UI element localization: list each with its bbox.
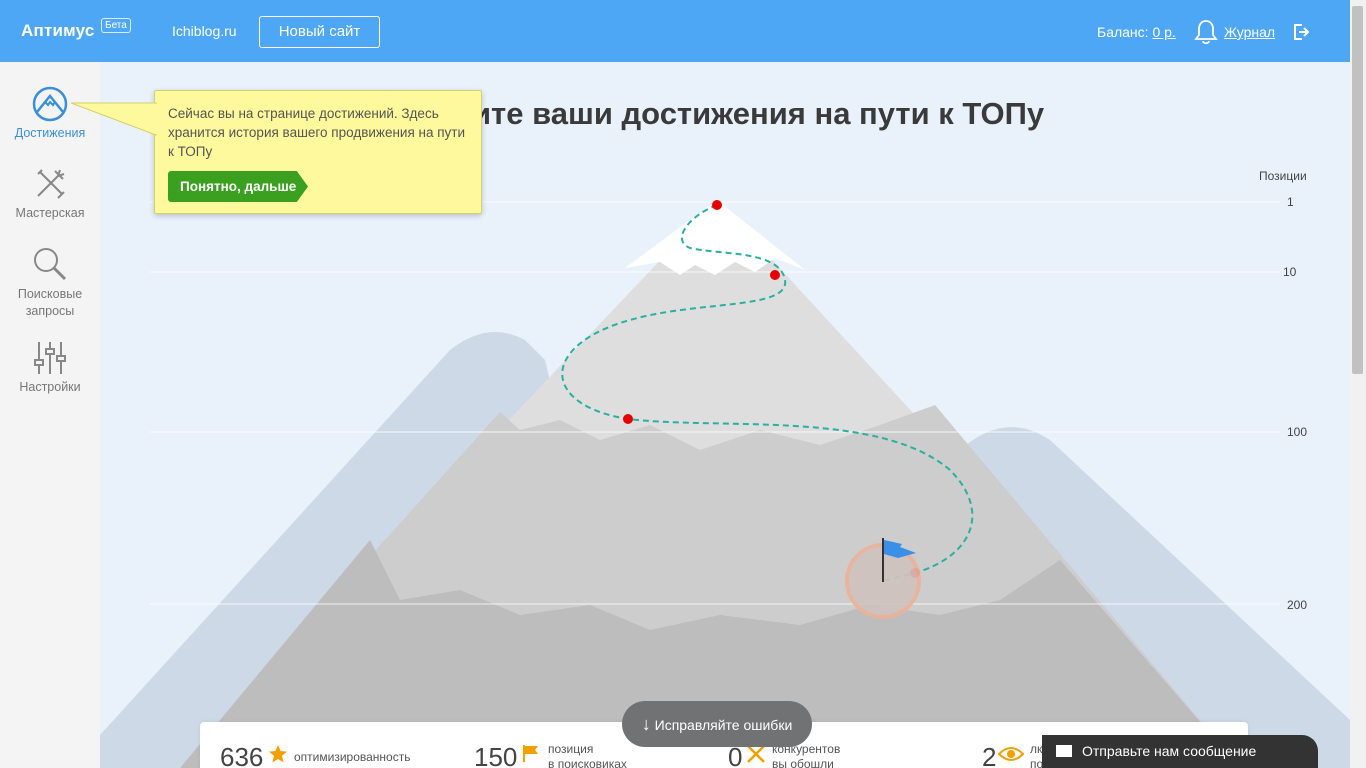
stat-label: оптимизированность xyxy=(294,750,411,764)
send-message-button[interactable]: Отправьте нам сообщение xyxy=(1042,735,1318,768)
onboarding-tooltip: Сейчас вы на странице достижений. Здесь … xyxy=(71,90,482,214)
arrow-down-icon: ↓ xyxy=(641,714,651,734)
scrollbar-thumb[interactable] xyxy=(1352,6,1363,374)
stat-label: позиция в поисковиках xyxy=(548,742,627,768)
new-site-button[interactable]: Новый сайт xyxy=(259,16,380,48)
site-name[interactable]: Ichiblog.ru xyxy=(172,23,237,39)
axis-tick-200: 200 xyxy=(1287,598,1308,612)
sidebar-item-workshop[interactable]: Мастерская xyxy=(0,166,100,220)
sliders-icon xyxy=(34,342,66,374)
path-point xyxy=(712,200,722,210)
top-bar: Аптимус Бета Ichiblog.ru Новый сайт Бала… xyxy=(0,0,1350,62)
bell-icon[interactable] xyxy=(1194,19,1218,45)
tooltip-next-button[interactable]: Понятно, дальше xyxy=(168,171,308,202)
stat-value: 150 xyxy=(474,742,518,768)
axis-tick-10: 10 xyxy=(1283,265,1297,279)
tooltip-pointer xyxy=(71,102,157,136)
mountain-icon xyxy=(32,86,68,122)
tooltip-text: Сейчас вы на странице достижений. Здесь … xyxy=(168,106,466,159)
path-point xyxy=(623,414,633,424)
axis-tick-1: 1 xyxy=(1287,195,1294,209)
star-icon xyxy=(269,745,287,763)
app-logo[interactable]: Аптимус xyxy=(21,21,95,41)
sidebar-item-label: Мастерская xyxy=(15,206,85,220)
positions-axis-label: Позиции xyxy=(1259,169,1307,183)
sidebar-item-search-queries[interactable]: Поисковые запросы xyxy=(0,246,100,320)
sidebar-item-settings[interactable]: Настройки xyxy=(0,340,100,394)
stat-value: 636 xyxy=(220,742,264,768)
sidebar: Достижения Мастерская Поисковые запросы … xyxy=(0,62,100,768)
envelope-icon xyxy=(1056,745,1072,757)
send-message-label: Отправьте нам сообщение xyxy=(1082,743,1257,759)
journal-link[interactable]: Журнал xyxy=(1224,24,1275,40)
beta-badge: Бета xyxy=(101,18,131,33)
stat-value: 2 xyxy=(982,742,997,768)
flag-icon xyxy=(523,745,538,762)
tools-icon xyxy=(37,169,65,199)
axis-tick-100: 100 xyxy=(1287,425,1308,439)
balance-value[interactable]: 0 р. xyxy=(1152,24,1175,40)
search-icon xyxy=(34,248,67,281)
path-point xyxy=(770,270,780,280)
logout-icon[interactable] xyxy=(1292,23,1310,41)
fix-errors-button[interactable]: ↓ Исправляйте ошибки xyxy=(622,701,812,747)
balance[interactable]: Баланс: 0 р. xyxy=(1097,24,1176,40)
page-title: ите ваши достижения на пути к ТОПу xyxy=(472,96,1045,131)
fix-errors-label: Исправляйте ошибки xyxy=(654,717,793,733)
sidebar-item-label: Поисковые запросы xyxy=(17,287,83,318)
balance-label: Баланс: xyxy=(1097,24,1149,40)
snow-cap xyxy=(625,200,805,275)
sidebar-item-label: Настройки xyxy=(19,380,81,394)
eye-icon xyxy=(998,747,1024,761)
